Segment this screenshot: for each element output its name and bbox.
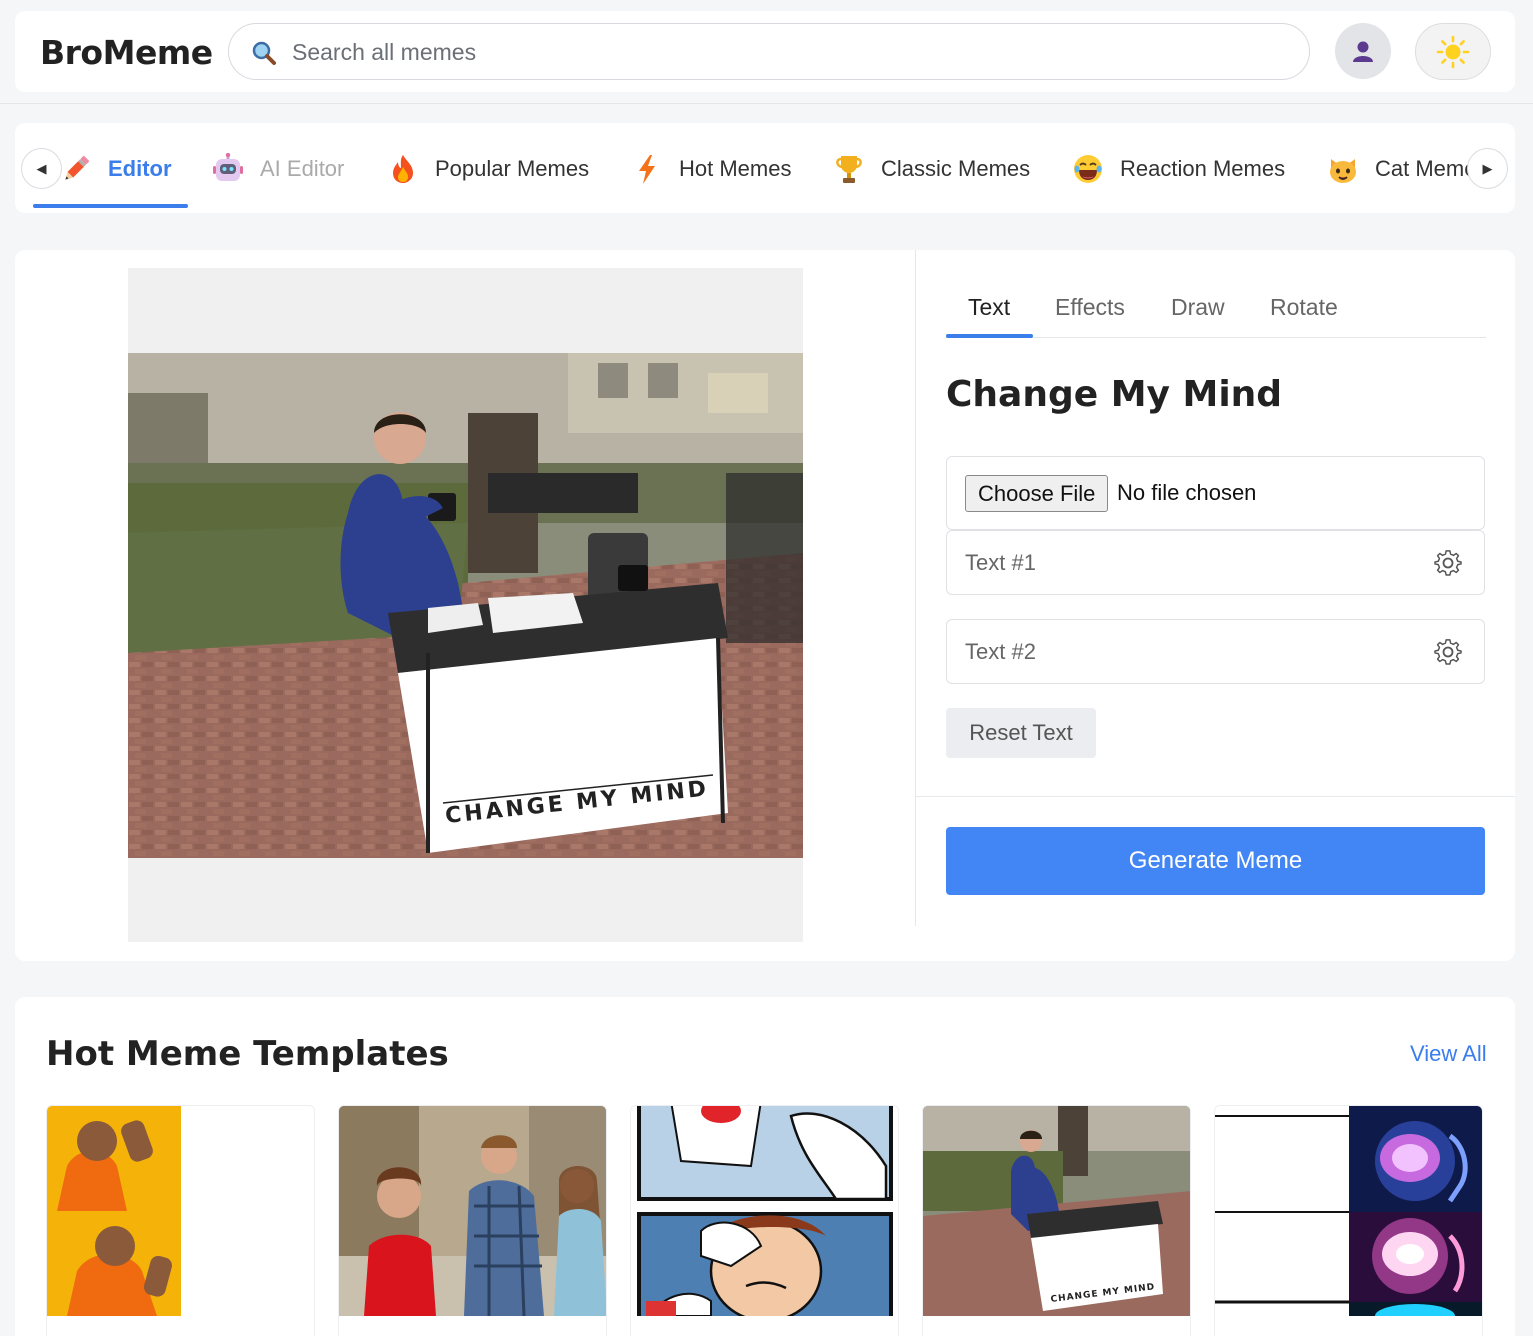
laughing-face-icon [1070,151,1106,187]
search-box[interactable] [228,23,1310,80]
template-card-distracted-boyfriend[interactable] [338,1105,607,1336]
editor-tabs: Text Effects Draw Rotate [946,286,1486,338]
search-icon [252,41,276,65]
fire-icon [385,151,421,187]
nav-item-editor[interactable]: Editor [58,151,172,187]
nav-item-ai-editor[interactable]: AI Editor [210,151,344,187]
section-title: Hot Meme Templates [46,1034,449,1074]
gear-icon[interactable] [1434,638,1462,666]
nav-item-label: Cat Memes [1375,156,1475,181]
gear-icon[interactable] [1434,549,1462,577]
nav-item-reaction-memes[interactable]: Reaction Memes [1070,151,1285,187]
template-thumbnail: CHANGE MY MIND [923,1106,1190,1316]
nav-item-label: Hot Memes [679,156,792,181]
header-divider [0,103,1533,104]
editor-divider [915,250,916,926]
tab-draw[interactable]: Draw [1171,294,1225,321]
tab-effects[interactable]: Effects [1055,294,1125,321]
top-header: BroMeme [15,11,1515,92]
template-card-drake[interactable] [46,1105,315,1336]
reset-text-button[interactable]: Reset Text [946,708,1096,758]
nav-scroll-right-button[interactable]: ▶ [1467,148,1508,189]
chevron-right-icon: ▶ [1482,160,1493,176]
file-status-text: No file chosen [1117,480,1257,505]
template-thumbnail [1215,1106,1482,1316]
nav-item-popular-memes[interactable]: Popular Memes [385,151,589,187]
nav-item-label: Editor [108,156,172,181]
brand-logo[interactable]: BroMeme [40,33,213,72]
generate-meme-button[interactable]: Generate Meme [946,827,1485,895]
editor-footer-divider [916,796,1515,797]
nav-item-label: AI Editor [260,156,345,181]
nav-item-label: Reaction Memes [1120,156,1286,181]
meme-canvas[interactable]: CHANGE MY MIND [128,268,803,942]
trophy-icon [831,151,867,187]
active-tab-indicator [946,334,1033,338]
template-card-two-buttons[interactable] [630,1105,899,1336]
nav-item-cat-memes[interactable]: Cat Memes [1325,151,1475,187]
nav-scroll-left-button[interactable]: ◀ [21,148,62,189]
nav-item-label: Popular Memes [435,156,590,181]
tab-rotate[interactable]: Rotate [1270,294,1338,321]
search-input[interactable] [292,36,1272,68]
choose-file-button[interactable]: Choose File [965,475,1109,512]
cat-icon [1325,151,1361,187]
pencil-icon [58,151,94,187]
template-card-change-my-mind[interactable]: CHANGE MY MIND [922,1105,1191,1336]
nav-item-classic-memes[interactable]: Classic Memes [831,151,1030,187]
chevron-left-icon: ◀ [36,160,47,176]
user-button[interactable] [1335,23,1391,79]
template-thumbnail [631,1106,898,1316]
category-nav: Editor AI Editor Popular Memes Hot Memes… [15,123,1515,213]
meme-editor-card: CHANGE MY MIND Text Effects Draw Rotate … [15,250,1515,961]
hot-templates-section: Hot Meme Templates View All CHANGE MY MI… [15,997,1515,1336]
nav-item-label: Classic Memes [881,156,1031,181]
lightning-icon [629,151,665,187]
user-icon [1353,41,1373,62]
view-all-link[interactable]: View All [1410,1041,1487,1067]
sun-icon [1436,35,1470,68]
active-tab-indicator [33,204,188,208]
robot-icon [210,151,246,187]
text-1-input[interactable] [965,547,1415,579]
nav-item-hot-memes[interactable]: Hot Memes [629,151,791,187]
template-title: Change My Mind [946,374,1283,415]
text-2-input[interactable] [965,636,1415,668]
template-thumbnail [339,1106,606,1316]
text-field-1 [946,530,1485,595]
template-card-expanding-brain[interactable] [1214,1105,1483,1336]
theme-toggle-button[interactable] [1415,23,1491,80]
template-thumbnail [47,1106,314,1316]
tab-text[interactable]: Text [968,294,1010,321]
file-upload-field[interactable]: Choose File No file chosen [946,456,1485,530]
text-field-2 [946,619,1485,684]
meme-preview-image: CHANGE MY MIND [128,353,803,858]
